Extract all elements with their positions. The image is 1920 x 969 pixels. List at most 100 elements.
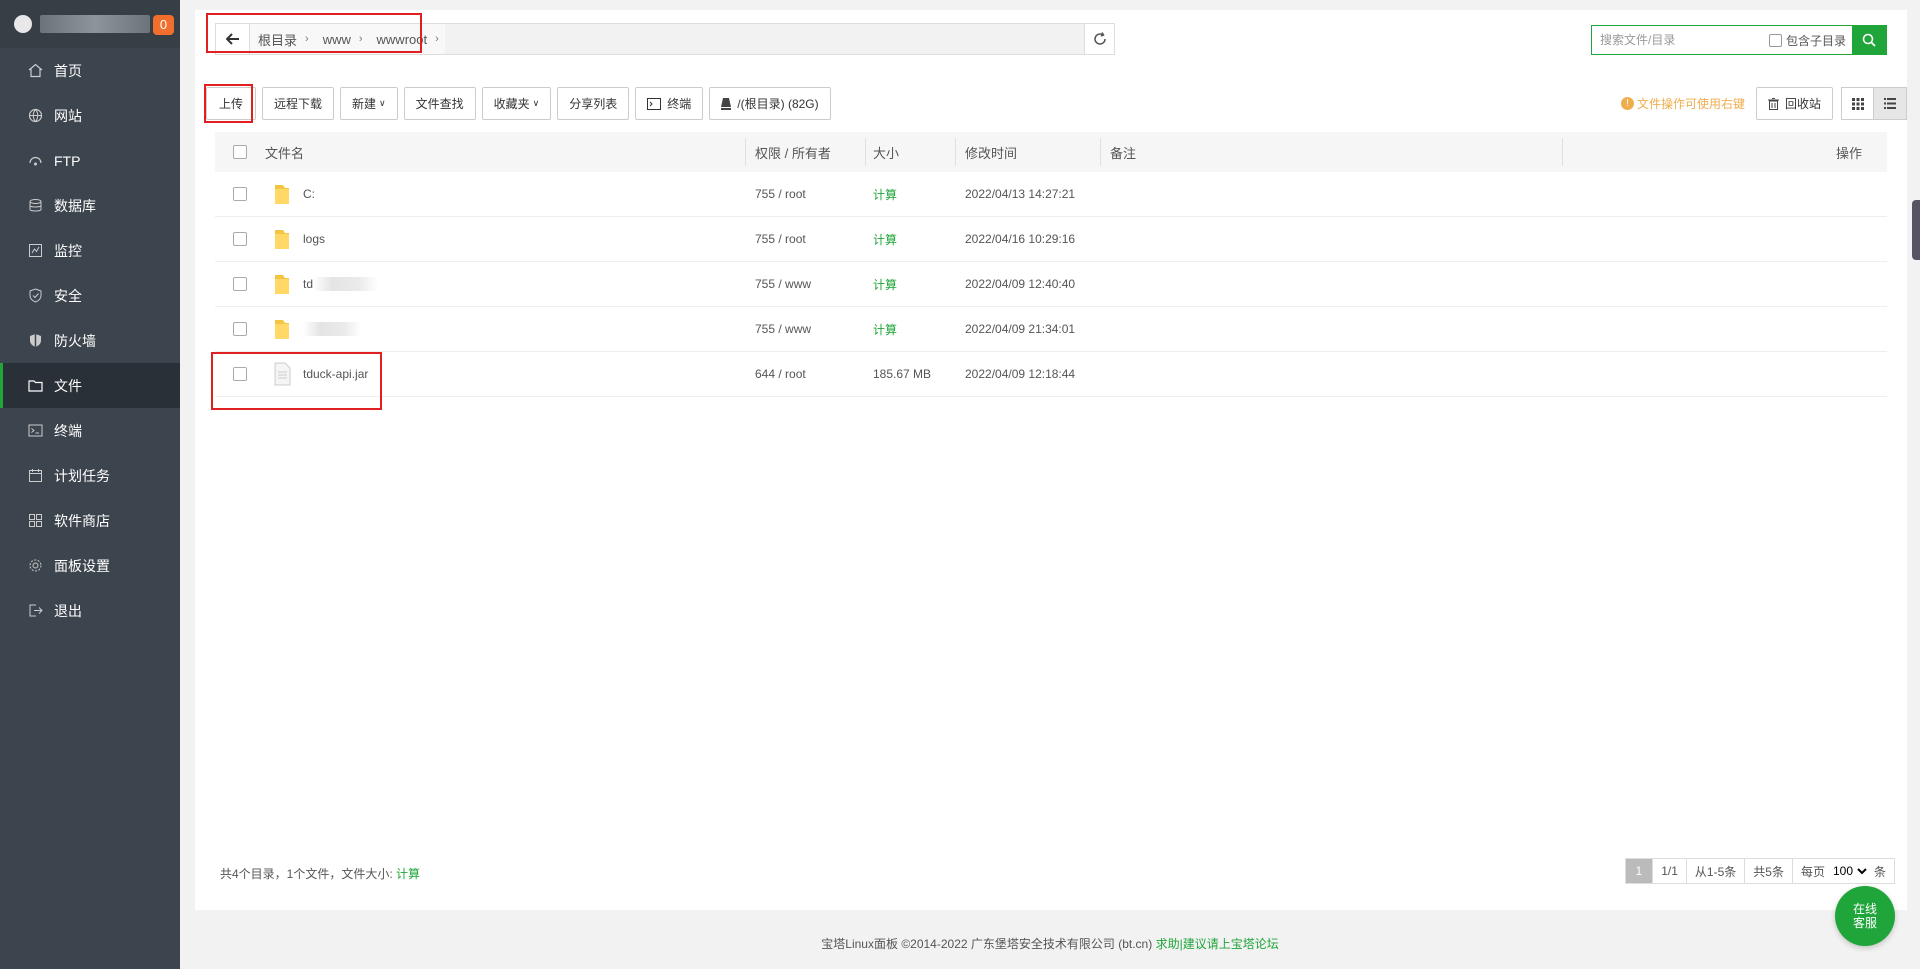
file-search-button[interactable]: 文件查找: [403, 87, 476, 120]
per-page-select[interactable]: 100: [1828, 863, 1870, 879]
sidebar-item-12[interactable]: 退出: [0, 588, 180, 633]
chevron-down-icon: ∨: [379, 98, 386, 108]
search-button[interactable]: [1852, 26, 1886, 54]
recycle-bin-button[interactable]: 回收站: [1755, 87, 1833, 120]
row-checkbox[interactable]: [233, 232, 247, 246]
include-subdir-checkbox[interactable]: 包含子目录: [1768, 26, 1852, 54]
file-name-cell[interactable]: td: [265, 262, 745, 306]
favorites-dropdown-button[interactable]: 收藏夹 ∨: [481, 87, 552, 120]
brand-area: 0: [0, 0, 180, 48]
sidebar-item-5[interactable]: 安全: [0, 273, 180, 318]
remark-cell[interactable]: [1100, 172, 1562, 216]
page-count: 1/1: [1653, 859, 1687, 883]
disk-button[interactable]: /(根目录) (82G): [709, 87, 831, 120]
permission-cell[interactable]: 755 / root: [745, 217, 865, 261]
grid-view-button[interactable]: [1841, 87, 1874, 120]
copyright-text: 宝塔Linux面板 ©2014-2022 广东堡塔安全技术有限公司 (bt.cn…: [821, 937, 1153, 951]
sidebar-item-11[interactable]: 面板设置: [0, 543, 180, 588]
permission-cell[interactable]: 644 / root: [745, 352, 865, 396]
row-checkbox[interactable]: [233, 277, 247, 291]
mtime-cell: 2022/04/16 10:29:16: [965, 232, 1076, 246]
header-size[interactable]: 大小: [865, 132, 955, 172]
file-name-cell[interactable]: logs: [265, 217, 745, 261]
page-range: 从1-5条: [1687, 859, 1746, 883]
permission-cell[interactable]: 755 / www: [745, 307, 865, 351]
sidebar-item-7[interactable]: 文件: [0, 363, 180, 408]
back-button[interactable]: [216, 24, 250, 54]
breadcrumb-label: www: [322, 31, 351, 47]
dir-summary: 共4个目录，1个文件，文件大小: 计算: [220, 865, 420, 882]
sidebar-item-8[interactable]: 终端: [0, 408, 180, 453]
remote-download-button[interactable]: 远程下载: [262, 87, 335, 120]
file-name-cell[interactable]: [265, 307, 745, 351]
redacted-name: [313, 277, 379, 291]
header-remark: 备注: [1100, 132, 1562, 172]
remark-cell[interactable]: [1100, 217, 1562, 261]
remark-cell[interactable]: [1100, 352, 1562, 396]
sidebar-item-9[interactable]: 计划任务: [0, 453, 180, 498]
file-name-cell[interactable]: tduck-api.jar: [265, 352, 745, 396]
edge-handle[interactable]: [1912, 200, 1920, 260]
path-input-area[interactable]: [444, 24, 1084, 54]
calc-total-size-link[interactable]: 计算: [396, 867, 420, 881]
file-name-cell[interactable]: C:: [265, 172, 745, 216]
upload-button[interactable]: 上传: [206, 87, 257, 120]
header-name[interactable]: 文件名: [265, 132, 745, 172]
sidebar-item-label: 监控: [54, 242, 82, 259]
remark-cell[interactable]: [1100, 262, 1562, 306]
file-name[interactable]: C:: [303, 187, 315, 201]
notification-badge[interactable]: 0: [153, 15, 174, 35]
table-row[interactable]: logs 755 / root 计算 2022/04/16 10:29:16: [215, 217, 1887, 262]
permission-cell[interactable]: 755 / root: [745, 172, 865, 216]
current-page[interactable]: 1: [1625, 859, 1654, 883]
file-manager-panel: 根目录› www› wwwroot› 包含子目录 上传 远程下载 新建∨ 文件查…: [195, 10, 1907, 910]
path-bar: 根目录 › www › wwwroot ›: [215, 23, 1115, 55]
permission-cell[interactable]: 755 / www: [745, 262, 865, 306]
table-row[interactable]: tduck-api.jar 644 / root 185.67 MB 2022/04/…: [215, 352, 1887, 397]
sidebar-item-6[interactable]: 防火墙: [0, 318, 180, 363]
sidebar-item-0[interactable]: 首页: [0, 48, 180, 93]
size-cell[interactable]: 计算: [865, 217, 955, 261]
forum-link[interactable]: 求助|建议请上宝塔论坛: [1156, 937, 1279, 951]
breadcrumb-root[interactable]: 根目录 ›: [250, 24, 315, 54]
file-name[interactable]: td: [303, 277, 313, 291]
sidebar-item-10[interactable]: 软件商店: [0, 498, 180, 543]
row-checkbox[interactable]: [233, 187, 247, 201]
table-row[interactable]: td 755 / www 计算 2022/04/09 12:40:40: [215, 262, 1887, 307]
file-name[interactable]: tduck-api.jar: [303, 367, 368, 381]
arrow-left-icon: [225, 33, 239, 45]
new-dropdown-button[interactable]: 新建 ∨: [340, 87, 398, 120]
row-checkbox[interactable]: [233, 322, 247, 336]
mtime-cell: 2022/04/09 12:18:44: [965, 367, 1076, 381]
list-view-button[interactable]: [1874, 87, 1907, 120]
size-cell[interactable]: 计算: [865, 262, 955, 306]
breadcrumb-www[interactable]: www ›: [314, 24, 369, 54]
row-checkbox[interactable]: [233, 367, 247, 381]
refresh-button[interactable]: [1084, 24, 1114, 54]
sidebar-item-2[interactable]: FTP: [0, 138, 180, 183]
size-cell[interactable]: 计算: [865, 172, 955, 216]
sidebar-item-3[interactable]: 数据库: [0, 183, 180, 228]
sidebar-item-label: 计划任务: [54, 467, 110, 484]
breadcrumb-wwwroot[interactable]: wwwroot ›: [368, 24, 445, 54]
table-row[interactable]: 755 / www 计算 2022/04/09 21:34:01: [215, 307, 1887, 352]
terminal-button[interactable]: 终端: [635, 87, 704, 120]
table-row[interactable]: C: 755 / root 计算 2022/04/13 14:27:21: [215, 172, 1887, 217]
search-input[interactable]: [1592, 26, 1769, 54]
size-cell[interactable]: 计算: [865, 307, 955, 351]
sidebar-item-4[interactable]: 监控: [0, 228, 180, 273]
favorites-label: 收藏夹: [493, 97, 530, 111]
sidebar-item-label: 文件: [54, 377, 82, 394]
select-all-checkbox[interactable]: [233, 145, 247, 159]
header-permission[interactable]: 权限 / 所有者: [745, 132, 865, 172]
terminal-icon: [28, 423, 43, 438]
remark-cell[interactable]: [1100, 307, 1562, 351]
header-mtime[interactable]: 修改时间: [955, 132, 1100, 172]
online-service-button[interactable]: 在线 客服: [1835, 886, 1895, 946]
per-page-unit: 条: [1873, 864, 1886, 879]
file-name[interactable]: logs: [303, 232, 325, 246]
sidebar-item-1[interactable]: 网站: [0, 93, 180, 138]
share-list-button[interactable]: 分享列表: [557, 87, 630, 120]
sidebar-item-label: 安全: [54, 287, 82, 304]
mtime-cell: 2022/04/09 21:34:01: [965, 322, 1076, 336]
